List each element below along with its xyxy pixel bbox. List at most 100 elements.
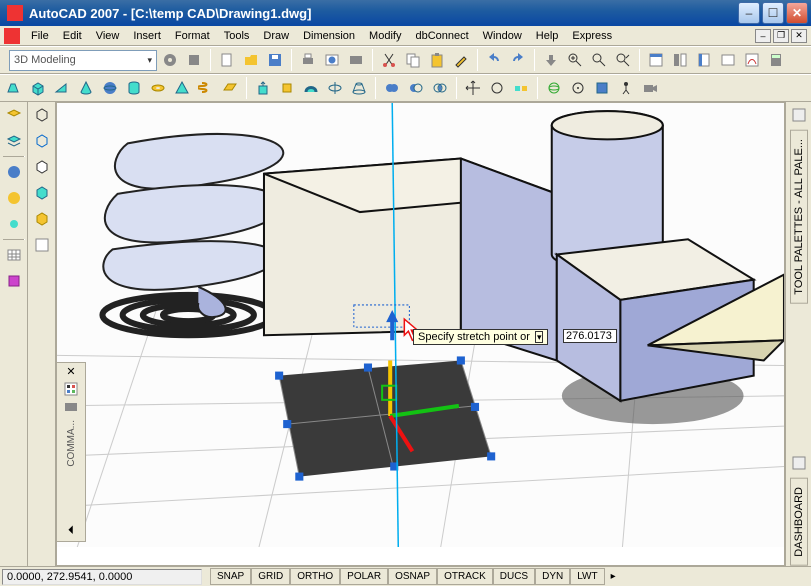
command-dock-icon[interactable] [62,398,80,416]
extrude-icon[interactable] [252,77,274,99]
vs-realistic-icon[interactable] [31,182,53,204]
minimize-button[interactable]: – [738,2,760,24]
ortho-toggle[interactable]: ORTHO [290,568,340,585]
loft-icon[interactable] [348,77,370,99]
table-style-icon[interactable] [3,244,25,266]
vs-3dwireframe-icon[interactable] [31,130,53,152]
material-icon[interactable] [3,187,25,209]
dyn-toggle[interactable]: DYN [535,568,570,585]
light-icon[interactable] [3,213,25,235]
sweep-icon[interactable] [300,77,322,99]
box-icon[interactable] [27,77,49,99]
revolve-icon[interactable] [324,77,346,99]
menu-edit[interactable]: Edit [56,28,89,44]
pyramid-icon[interactable] [171,77,193,99]
grid-toggle[interactable]: GRID [251,568,290,585]
torus-icon[interactable] [147,77,169,99]
tool-palettes-tab[interactable]: TOOL PALETTES - ALL PALE... [790,130,808,304]
command-options-icon[interactable] [62,380,80,398]
polar-toggle[interactable]: POLAR [340,568,388,585]
vs-manage-icon[interactable] [31,234,53,256]
menu-tools[interactable]: Tools [217,28,257,44]
dashboard-options-icon[interactable] [788,452,810,474]
menu-help[interactable]: Help [529,28,566,44]
new-icon[interactable] [216,49,238,71]
doc-minimize-button[interactable]: – [755,29,771,43]
match-properties-icon[interactable] [450,49,472,71]
workspace-settings-icon[interactable] [159,49,181,71]
cone-icon[interactable] [75,77,97,99]
vs-hidden-icon[interactable] [31,156,53,178]
subtract-icon[interactable] [405,77,427,99]
presspull-icon[interactable] [276,77,298,99]
intersect-icon[interactable] [429,77,451,99]
paste-icon[interactable] [426,49,448,71]
tool-palettes-icon[interactable] [693,49,715,71]
toolbar-lock-icon[interactable] [183,49,205,71]
3d-orbit-icon[interactable] [543,77,565,99]
workspace-dropdown[interactable]: 3D Modeling ▾ [9,50,157,71]
sheet-set-icon[interactable] [717,49,739,71]
menu-window[interactable]: Window [476,28,529,44]
menu-format[interactable]: Format [168,28,217,44]
lwt-toggle[interactable]: LWT [570,568,604,585]
planar-surface-icon[interactable] [219,77,241,99]
helix-icon[interactable] [195,77,217,99]
menu-view[interactable]: View [89,28,127,44]
camera-icon[interactable] [639,77,661,99]
palette-close-icon[interactable] [788,104,810,126]
zoom-previous-icon[interactable] [612,49,634,71]
polysolid-icon[interactable] [3,77,25,99]
layer-states-icon[interactable] [3,130,25,152]
layer-properties-icon[interactable] [3,104,25,126]
visual-style-icon[interactable] [591,77,613,99]
menu-modify[interactable]: Modify [362,28,408,44]
command-autohide-icon[interactable]: ⏴ [65,520,77,541]
calculator-icon[interactable] [765,49,787,71]
cut-icon[interactable] [378,49,400,71]
plot-preview-icon[interactable] [321,49,343,71]
menu-dimension[interactable]: Dimension [296,28,362,44]
3d-align-icon[interactable] [510,77,532,99]
menu-express[interactable]: Express [565,28,619,44]
vs-2dwireframe-icon[interactable] [31,104,53,126]
menu-dbconnect[interactable]: dbConnect [408,28,475,44]
dashboard-tab[interactable]: DASHBOARD [790,478,808,566]
doc-close-button[interactable]: ✕ [791,29,807,43]
zoom-window-icon[interactable] [588,49,610,71]
vs-conceptual-icon[interactable] [31,208,53,230]
save-icon[interactable] [264,49,286,71]
copy-icon[interactable] [402,49,424,71]
dropdown-icon[interactable]: ▾ [535,331,544,343]
orbit-constrained-icon[interactable] [567,77,589,99]
designcenter-icon[interactable] [669,49,691,71]
menu-file[interactable]: File [24,28,56,44]
union-icon[interactable] [381,77,403,99]
publish-icon[interactable] [345,49,367,71]
redo-icon[interactable] [507,49,529,71]
cylinder-icon[interactable] [123,77,145,99]
close-button[interactable]: ✕ [786,2,808,24]
status-more-icon[interactable]: ▸ [605,568,622,585]
3d-rotate-icon[interactable] [486,77,508,99]
3d-move-icon[interactable] [462,77,484,99]
maximize-button[interactable]: ☐ [762,2,784,24]
coordinate-display[interactable]: 0.0000, 272.9541, 0.0000 [2,569,202,585]
menu-insert[interactable]: Insert [126,28,168,44]
block-editor-icon[interactable] [3,270,25,292]
undo-icon[interactable] [483,49,505,71]
dynamic-input[interactable] [563,329,617,343]
render-icon[interactable] [3,161,25,183]
walk-icon[interactable] [615,77,637,99]
snap-toggle[interactable]: SNAP [210,568,251,585]
menu-draw[interactable]: Draw [256,28,296,44]
print-icon[interactable] [297,49,319,71]
osnap-toggle[interactable]: OSNAP [388,568,437,585]
pan-realtime-icon[interactable] [540,49,562,71]
otrack-toggle[interactable]: OTRACK [437,568,493,585]
open-icon[interactable] [240,49,262,71]
drawing-canvas[interactable]: Specify stretch point or ▾ [56,102,785,566]
doc-restore-button[interactable]: ❐ [773,29,789,43]
markup-icon[interactable] [741,49,763,71]
zoom-realtime-icon[interactable] [564,49,586,71]
